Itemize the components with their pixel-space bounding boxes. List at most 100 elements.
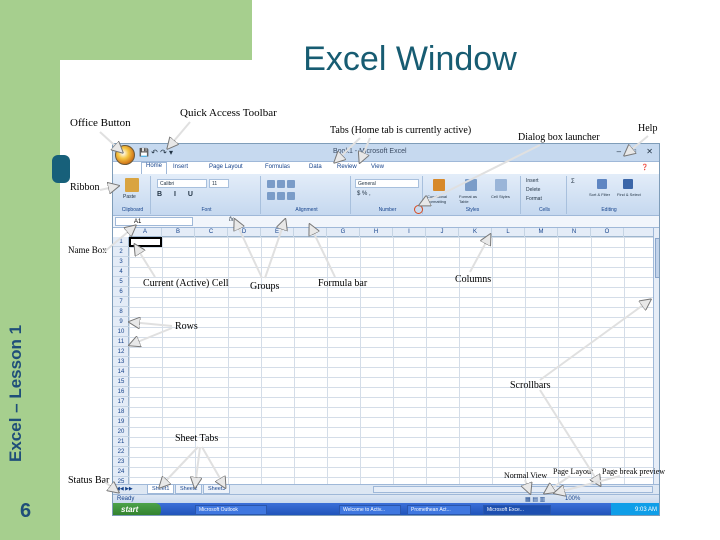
group-label: Number (378, 207, 397, 213)
tab-page-layout[interactable]: Page Layout (209, 164, 243, 170)
row-header[interactable]: 3 (113, 257, 129, 267)
vertical-scroll-thumb[interactable] (655, 238, 659, 278)
fx-icon[interactable]: fx (229, 217, 234, 223)
row-header[interactable]: 19 (113, 417, 129, 427)
office-button-icon[interactable] (115, 145, 135, 165)
tab-review[interactable]: Review (337, 164, 357, 170)
align-top-icon[interactable] (267, 180, 275, 188)
tab-formulas[interactable]: Formulas (265, 164, 290, 170)
tab-home[interactable]: Home (141, 162, 168, 174)
row-header[interactable]: 20 (113, 427, 129, 437)
row-header[interactable]: 11 (113, 337, 129, 347)
row-header[interactable]: 7 (113, 297, 129, 307)
annotation-formula-bar: Formula bar (318, 278, 368, 289)
cell-styles-icon[interactable] (495, 179, 507, 191)
font-size-select[interactable]: 11 (209, 179, 229, 188)
taskbar-item[interactable]: Promethean Act... (407, 505, 471, 515)
taskbar-item[interactable]: Microsoft Exce... (483, 505, 551, 515)
vertical-scrollbar[interactable] (653, 228, 659, 493)
column-header[interactable]: L (492, 228, 525, 237)
taskbar-item[interactable]: Microsoft Outlook (195, 505, 267, 515)
conditional-formatting-icon[interactable] (433, 179, 445, 191)
quick-access-toolbar[interactable]: 💾 ↶ ↷ ▾ (139, 148, 173, 157)
sort-filter-icon[interactable] (597, 179, 607, 189)
zoom-level[interactable]: 100% (565, 496, 580, 502)
font-style-buttons[interactable]: B I U (157, 191, 198, 198)
row-header[interactable]: 10 (113, 327, 129, 337)
column-header[interactable]: C (195, 228, 228, 237)
find-select-label: Find & Select (617, 192, 641, 197)
tab-view[interactable]: View (371, 164, 384, 170)
find-select-icon[interactable] (623, 179, 633, 189)
row-header[interactable]: 2 (113, 247, 129, 257)
number-format-select[interactable]: General (355, 179, 419, 188)
column-header[interactable]: M (525, 228, 558, 237)
column-header[interactable]: G (327, 228, 360, 237)
row-header[interactable]: 8 (113, 307, 129, 317)
title-bar: 💾 ↶ ↷ ▾ Book1 - Microsoft Excel – □ ✕ (113, 144, 659, 162)
font-name-select[interactable]: Calibri (157, 179, 207, 188)
taskbar-item[interactable]: Welcome to Activ... (339, 505, 401, 515)
tab-insert[interactable]: Insert (173, 164, 188, 170)
annotation-scrollbars: Scrollbars (510, 380, 551, 391)
help-icon[interactable]: ❓ (641, 164, 648, 171)
row-header[interactable]: 17 (113, 397, 129, 407)
column-header[interactable]: H (360, 228, 393, 237)
row-header[interactable]: 18 (113, 407, 129, 417)
row-header[interactable]: 13 (113, 357, 129, 367)
active-cell[interactable] (129, 237, 162, 247)
column-header[interactable]: O (591, 228, 624, 237)
row-header[interactable]: 24 (113, 467, 129, 477)
group-label: Styles (465, 207, 480, 213)
align-bottom-icon[interactable] (287, 180, 295, 188)
column-header[interactable]: I (393, 228, 426, 237)
row-header[interactable]: 5 (113, 277, 129, 287)
row-header[interactable]: 12 (113, 347, 129, 357)
insert-cells-button[interactable]: Insert (526, 178, 539, 184)
align-center-icon[interactable] (277, 192, 285, 200)
column-header[interactable]: K (459, 228, 492, 237)
accent-tab (52, 155, 70, 183)
row-header[interactable]: 21 (113, 437, 129, 447)
sheet-tab-1[interactable]: Sheet1 (147, 485, 175, 494)
column-header[interactable]: A (129, 228, 162, 237)
column-header[interactable]: F (294, 228, 327, 237)
format-as-table-icon[interactable] (465, 179, 477, 191)
column-header[interactable]: B (162, 228, 195, 237)
column-header[interactable]: E (261, 228, 294, 237)
number-format-buttons[interactable]: $ % , (357, 191, 371, 197)
align-middle-icon[interactable] (277, 180, 285, 188)
sheet-nav-arrows[interactable]: ◀◀ ▶▶ (116, 486, 133, 492)
start-button[interactable]: start (113, 503, 161, 515)
row-header[interactable]: 16 (113, 387, 129, 397)
format-cells-button[interactable]: Format (526, 196, 542, 202)
cell-grid[interactable] (129, 237, 653, 493)
window-controls[interactable]: – □ ✕ (617, 147, 657, 156)
sheet-tab-2[interactable]: Sheet2 (175, 485, 203, 494)
ribbon-tabs: Home Insert Page Layout Formulas Data Re… (137, 162, 659, 174)
align-right-icon[interactable] (287, 192, 295, 200)
row-header[interactable]: 22 (113, 447, 129, 457)
horizontal-scrollbar[interactable] (373, 486, 653, 493)
name-box[interactable]: A1 (115, 217, 193, 226)
dialog-box-launcher-icon[interactable] (414, 205, 423, 214)
view-buttons[interactable]: ▦ ▤ ▥ (525, 496, 545, 503)
row-header[interactable]: 23 (113, 457, 129, 467)
row-header[interactable]: 15 (113, 377, 129, 387)
paste-icon[interactable] (125, 178, 139, 192)
sum-icon[interactable]: Σ (571, 179, 575, 185)
tab-data[interactable]: Data (309, 164, 322, 170)
sheet-tab-3[interactable]: Sheet3 (203, 485, 231, 494)
annotation-name-box: Name Box (68, 245, 107, 255)
row-header[interactable]: 6 (113, 287, 129, 297)
row-header[interactable]: 14 (113, 367, 129, 377)
delete-cells-button[interactable]: Delete (526, 187, 540, 193)
annotation-rows: Rows (175, 321, 198, 332)
align-left-icon[interactable] (267, 192, 275, 200)
row-header[interactable]: 1 (113, 237, 129, 247)
column-header[interactable]: J (426, 228, 459, 237)
row-header[interactable]: 4 (113, 267, 129, 277)
column-header[interactable]: D (228, 228, 261, 237)
row-header[interactable]: 9 (113, 317, 129, 327)
column-header[interactable]: N (558, 228, 591, 237)
